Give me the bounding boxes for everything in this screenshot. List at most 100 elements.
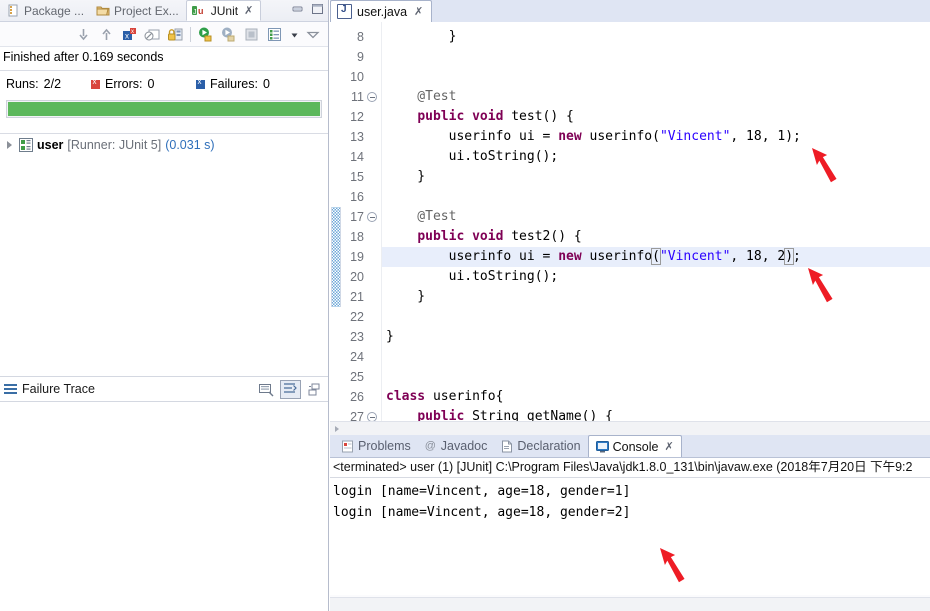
code-line[interactable]: 14 ui.toString(); [330,147,930,167]
stop-button[interactable] [243,26,260,43]
show-ignored-tests-button[interactable] [144,26,161,43]
code-line[interactable]: 10 [330,67,930,87]
view-tab-package-explorer[interactable]: Package ... [2,0,91,21]
code-line[interactable]: 17 @Test [330,207,930,227]
debug-test-button[interactable] [220,26,237,43]
tab-declaration[interactable]: Declaration [494,435,587,457]
minimize-button[interactable] [291,3,304,15]
runs-value: 2/2 [43,77,62,91]
failure-trace-body[interactable] [0,402,328,611]
scroll-lock-button[interactable] [167,26,184,43]
tab-label: Javadoc [440,439,488,453]
svg-text:u: u [198,6,204,16]
view-tab-junit[interactable]: J u JUnit ✗ [185,0,262,21]
filter-stacktrace-button[interactable] [280,380,301,399]
junit-progress-bar [6,100,322,118]
console-output[interactable]: login [name=Vincent, age=18, gender=1] l… [330,478,930,595]
tab-problems[interactable]: Problems [334,435,418,457]
code-line[interactable]: 9 [330,47,930,67]
view-window-buttons [291,3,324,15]
view-tab-label: Project Ex... [114,3,179,18]
junit-view-tabbar: Package ... Project Ex... J u JUnit ✗ [0,0,328,22]
code-line[interactable]: 12 public void test() { [330,107,930,127]
runs-counter: Runs: 2/2 [6,77,91,91]
view-tab-project-explorer[interactable]: Project Ex... [91,0,186,21]
code-line[interactable]: 16 [330,187,930,207]
error-marker-icon [91,77,100,89]
line-number: 18 [350,230,364,244]
show-failures-only-button[interactable]: xx [121,26,138,43]
code-line[interactable]: 19 userinfo ui = new userinfo("Vincent",… [330,247,930,267]
code-line[interactable]: 23} [330,327,930,347]
code-line[interactable]: 13 userinfo ui = new userinfo("Vincent",… [330,127,930,147]
problems-icon [341,440,354,453]
code-line[interactable]: 21 } [330,287,930,307]
editor-tabbar: user.java ✗ [330,0,930,23]
close-icon[interactable]: ✗ [414,5,423,18]
code-line[interactable]: 25 [330,367,930,387]
line-number: 25 [350,370,364,384]
compare-result-button[interactable] [258,382,275,398]
code-text: ui.toString(); [386,269,559,284]
code-text: ui.toString(); [386,149,559,164]
code-text: class userinfo{ [386,389,504,404]
failures-counter: Failures: 0 [196,77,270,91]
svg-text:x: x [125,31,129,40]
junit-progress-fill [8,102,320,116]
editor-tab-user-java[interactable]: user.java ✗ [330,0,433,22]
tab-label: Problems [358,439,411,453]
eclipse-ide-window: Package ... Project Ex... J u JUnit ✗ x … [0,0,930,611]
line-number: 12 [350,110,364,124]
code-line[interactable]: 20 ui.toString(); [330,267,930,287]
chevron-right-icon[interactable] [6,140,15,150]
code-line[interactable]: 24 [330,347,930,367]
code-editor[interactable]: 8 } 9 10 11 @Test 12 public void test() {13 … [330,22,930,436]
next-failed-test-button[interactable] [75,26,92,43]
tab-javadoc[interactable]: @ Javadoc [418,435,495,457]
failure-trace-title: Failure Trace [22,382,95,396]
trace-view-menu-button[interactable] [306,382,322,398]
code-text: @Test [386,89,457,104]
view-menu-button[interactable] [306,26,320,43]
test-run-history-button[interactable] [266,26,283,43]
failure-trace-icon [4,383,17,395]
line-number: 11 [351,90,364,104]
console-view: Problems @ Javadoc Declaration Console ✗… [330,435,930,611]
line-number: 19 [350,250,364,264]
declaration-icon [501,440,513,453]
scroll-left-arrow-icon[interactable] [330,422,343,435]
junit-icon: J u [191,4,207,18]
console-tabbar: Problems @ Javadoc Declaration Console ✗ [330,435,930,458]
code-line[interactable]: 11 @Test [330,87,930,107]
close-icon[interactable]: ✗ [244,4,253,17]
test-suite-icon [19,138,33,152]
failure-marker-icon [196,77,205,89]
editor-horizontal-scrollbar[interactable] [330,421,930,435]
tab-console[interactable]: Console ✗ [587,435,682,457]
rerun-test-button[interactable] [197,26,214,43]
package-explorer-icon [7,4,20,17]
previous-failed-test-button[interactable] [98,26,115,43]
fold-collapse-icon[interactable] [367,92,377,102]
junit-test-tree[interactable]: user [Runner: JUnit 5] (0.031 s) [0,133,328,378]
code-line[interactable]: 18 public void test2() { [330,227,930,247]
fold-collapse-icon[interactable] [367,212,377,222]
tree-item-name: user [37,138,64,152]
tree-item-user[interactable]: user [Runner: JUnit 5] (0.031 s) [0,136,328,154]
code-line[interactable]: 26 class userinfo{ [330,387,930,407]
history-dropdown-button[interactable] [289,26,300,43]
junit-view: Package ... Project Ex... J u JUnit ✗ x … [0,0,329,611]
tab-label: Declaration [517,439,581,453]
line-number: 24 [350,350,364,364]
tab-label: Console [612,439,659,454]
close-icon[interactable]: ✗ [664,440,673,453]
console-horizontal-scrollbar[interactable] [330,597,930,611]
code-text: } [386,29,457,44]
code-line[interactable]: 8 } [330,27,930,47]
maximize-button[interactable] [311,3,324,15]
code-line[interactable]: 22 [330,307,930,327]
junit-counters: Runs: 2/2 Errors: 0 Failures: 0 [0,71,328,95]
line-number: 23 [350,330,364,344]
code-text: } [386,169,426,184]
code-line[interactable]: 15 } [330,167,930,187]
